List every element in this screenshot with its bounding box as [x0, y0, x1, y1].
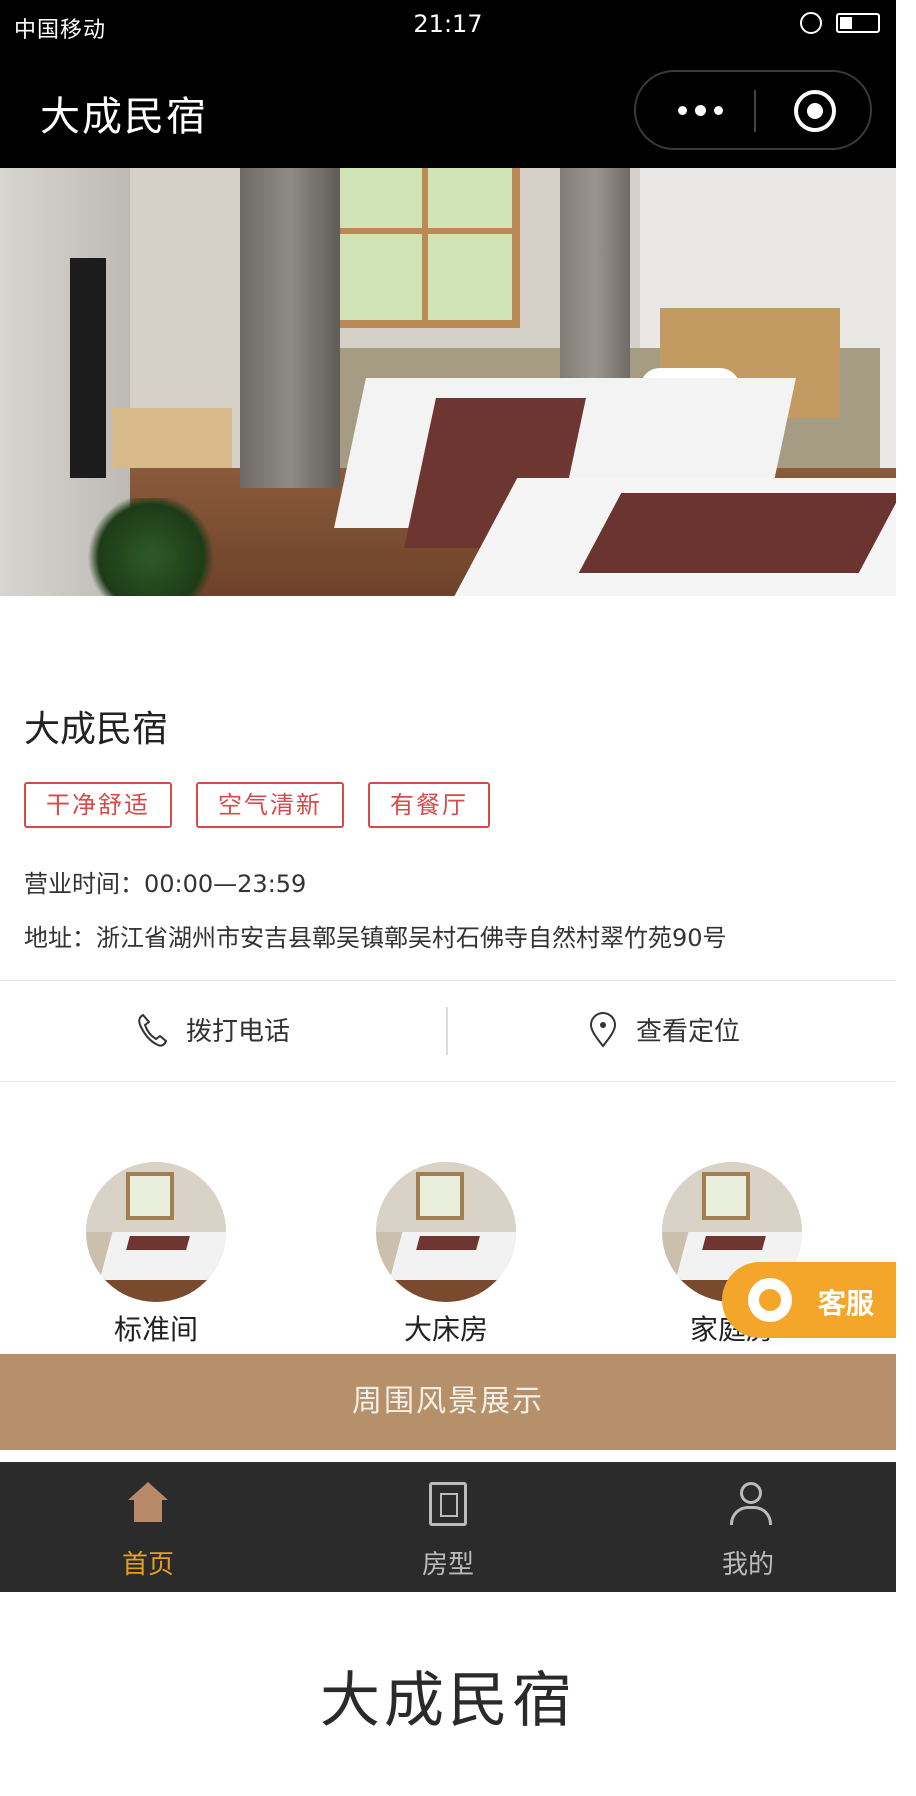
- scenery-banner[interactable]: 周围风景展示: [0, 1354, 896, 1450]
- call-label: 拨打电话: [186, 1017, 291, 1047]
- banner-gap: [0, 1450, 896, 1462]
- more-options-icon[interactable]: [670, 94, 730, 126]
- feature-tag: 空气清新: [196, 782, 344, 828]
- building-icon: [429, 1482, 467, 1526]
- room-type-name: 标准间: [113, 1313, 198, 1346]
- actions-divider: [446, 1007, 448, 1055]
- hours-label: 营业时间：: [24, 870, 144, 898]
- feature-tags: 干净舒适 空气清新 有餐厅: [24, 782, 490, 828]
- mini-program-screen: 中国移动 21:17 大成民宿 大成民宿 干净舒适 空气清新 有餐厅 营业时间：…: [0, 0, 896, 1592]
- room-type-item[interactable]: 标准间: [86, 1162, 226, 1348]
- headset-icon: [748, 1278, 792, 1322]
- tab-home[interactable]: 首页: [88, 1482, 208, 1581]
- hotel-name: 大成民宿: [24, 709, 169, 750]
- home-icon: [126, 1482, 170, 1526]
- navigate-button[interactable]: 查看定位: [588, 1011, 740, 1048]
- tab-label: 房型: [421, 1550, 474, 1580]
- hours-value: 00:00—23:59: [144, 870, 307, 898]
- hotel-info-section: 大成民宿 干净舒适 空气清新 有餐厅 营业时间：00:00—23:59 地址：浙…: [0, 596, 896, 980]
- tab-bar: 首页 房型 我的: [0, 1462, 896, 1592]
- status-icons: [800, 12, 880, 34]
- battery-icon: [836, 13, 880, 33]
- tab-label: 首页: [121, 1550, 174, 1580]
- page-margin: [896, 0, 916, 1592]
- service-label: 客服: [818, 1287, 875, 1320]
- alarm-icon: [800, 12, 822, 34]
- tab-rooms[interactable]: 房型: [388, 1482, 508, 1581]
- navigation-bar: 大成民宿: [0, 52, 896, 168]
- room-type-name: 大床房: [403, 1313, 488, 1346]
- page-title: 大成民宿: [40, 94, 208, 140]
- user-icon: [726, 1482, 772, 1526]
- business-hours: 营业时间：00:00—23:59: [24, 864, 306, 899]
- feature-tag: 有餐厅: [368, 782, 490, 828]
- room-thumbnail: [86, 1162, 226, 1302]
- close-miniprogram-icon[interactable]: [794, 90, 836, 132]
- room-thumbnail: [376, 1162, 516, 1302]
- call-button[interactable]: 拨打电话: [136, 1011, 290, 1048]
- feature-tag: 干净舒适: [24, 782, 172, 828]
- address: 地址：浙江省湖州市安吉县鄣吴镇鄣吴村石佛寺自然村翠竹苑90号: [24, 918, 727, 953]
- location-pin-icon: [589, 1011, 617, 1048]
- contact-actions: 拨打电话 查看定位: [0, 980, 896, 1082]
- caption-title: 大成民宿: [320, 1666, 576, 1736]
- capsule-divider: [754, 90, 756, 132]
- address-value: 浙江省湖州市安吉县鄣吴镇鄣吴村石佛寺自然村翠竹苑90号: [96, 924, 727, 952]
- tab-label: 我的: [721, 1550, 774, 1580]
- room-type-item[interactable]: 大床房: [376, 1162, 516, 1348]
- hero-room-photo: [0, 168, 896, 596]
- status-bar: 中国移动 21:17: [0, 0, 896, 52]
- tab-mine[interactable]: 我的: [688, 1482, 808, 1581]
- phone-icon: [138, 1013, 168, 1047]
- customer-service-button[interactable]: 客服: [722, 1262, 896, 1338]
- menu-capsule: [634, 70, 872, 150]
- status-time: 21:17: [413, 10, 483, 38]
- address-label: 地址：: [24, 924, 96, 952]
- navigate-label: 查看定位: [636, 1017, 741, 1047]
